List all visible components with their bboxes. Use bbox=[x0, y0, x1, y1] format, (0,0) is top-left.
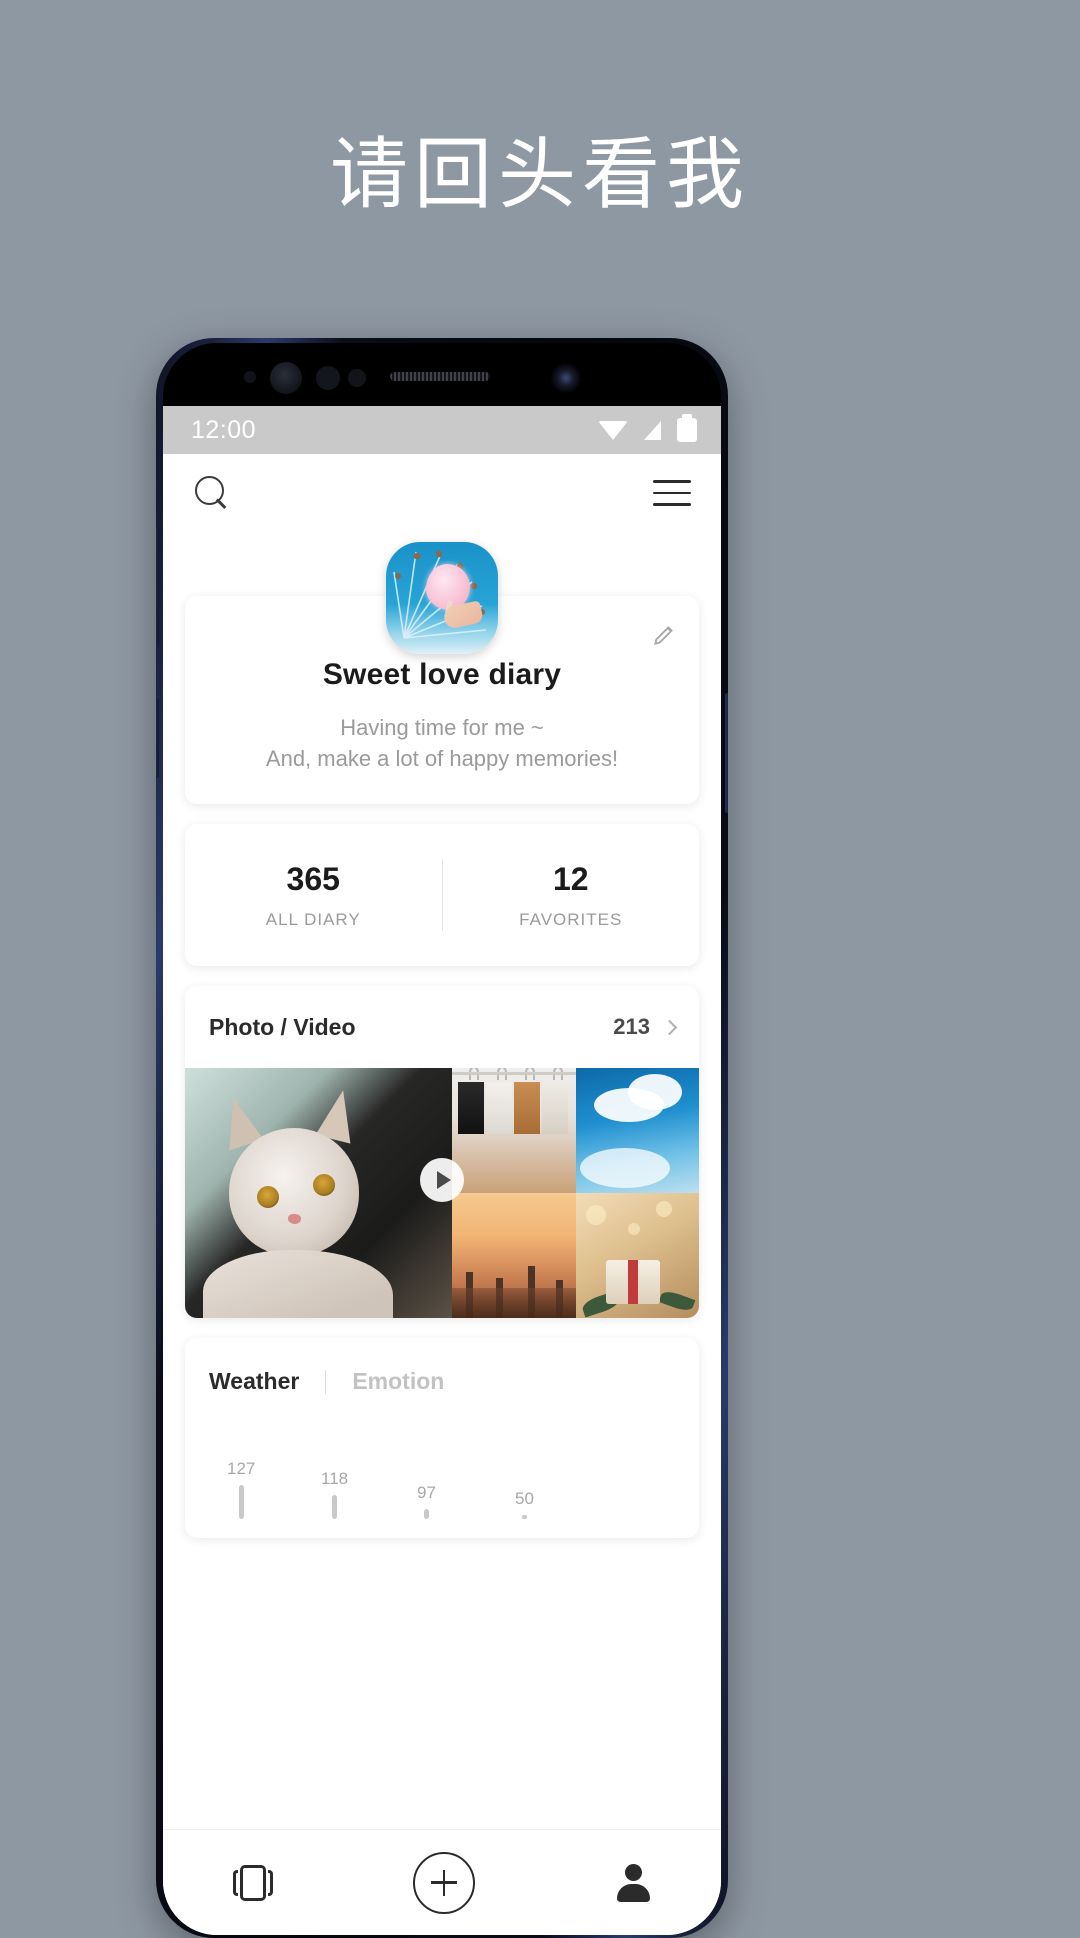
photo-grid bbox=[185, 1068, 699, 1319]
led-indicator-icon bbox=[348, 369, 366, 387]
bottom-navigation bbox=[163, 1829, 721, 1935]
weather-chart: 127 118 97 50 bbox=[209, 1429, 675, 1520]
thumbnail-cat[interactable] bbox=[185, 1068, 453, 1319]
status-time: 12:00 bbox=[191, 415, 257, 444]
cat-body-decor bbox=[203, 1250, 393, 1319]
proximity-sensor-icon bbox=[244, 371, 256, 383]
wifi-icon bbox=[598, 420, 628, 440]
hamburger-menu-icon[interactable] bbox=[653, 480, 691, 506]
chart-label-0: 127 bbox=[227, 1459, 256, 1479]
phone-device: 12:00 Sweet love diary Having time for m… bbox=[156, 338, 728, 1938]
status-bar: 12:00 bbox=[163, 406, 721, 454]
weather-tab-divider bbox=[325, 1369, 327, 1394]
stats-card: 365 ALL DIARY 12 FAVORITES bbox=[185, 824, 700, 967]
phone-top-bezel bbox=[163, 343, 721, 406]
photo-video-count-group: 213 bbox=[613, 1014, 678, 1040]
front-camera-icon bbox=[551, 363, 581, 393]
profile-subtitle-line1: Having time for me ~ bbox=[340, 715, 544, 740]
weather-card: Weather Emotion 127 118 97 50 bbox=[185, 1338, 699, 1539]
gift-ribbon-decor bbox=[627, 1260, 638, 1305]
light-sensor-icon bbox=[316, 366, 340, 390]
avatar-image bbox=[386, 542, 498, 654]
stat-favorites[interactable]: 12 FAVORITES bbox=[443, 861, 700, 930]
avatar[interactable] bbox=[386, 542, 498, 654]
stat-all-diary-label: ALL DIARY bbox=[265, 909, 361, 929]
pencil-edit-icon[interactable] bbox=[651, 622, 677, 648]
earpiece-speaker-icon bbox=[390, 372, 490, 381]
thumbnail-sky[interactable] bbox=[575, 1068, 699, 1194]
app-screen: 12:00 Sweet love diary Having time for m… bbox=[163, 406, 721, 1935]
page-title: 请回头看我 bbox=[329, 130, 750, 220]
profile-subtitle: Having time for me ~ And, make a lot of … bbox=[205, 712, 679, 774]
app-bar bbox=[163, 454, 721, 532]
chevron-right-icon[interactable] bbox=[661, 1019, 678, 1036]
cards-stack-icon[interactable] bbox=[233, 1864, 273, 1901]
power-button[interactable] bbox=[725, 693, 728, 813]
photo-grid-column-middle bbox=[452, 1068, 576, 1319]
chart-label-1: 118 bbox=[321, 1469, 349, 1489]
chart-bar-0 bbox=[238, 1485, 244, 1520]
thumbnail-sunset-video[interactable] bbox=[452, 1193, 576, 1319]
phone-screen-frame: 12:00 Sweet love diary Having time for m… bbox=[163, 343, 721, 1935]
profile-title: Sweet love diary bbox=[322, 658, 562, 691]
stat-favorites-value: 12 bbox=[552, 860, 589, 897]
tab-weather[interactable]: Weather bbox=[209, 1368, 299, 1395]
photo-video-count: 213 bbox=[613, 1014, 650, 1040]
volume-up-button[interactable] bbox=[156, 528, 159, 648]
status-icons bbox=[598, 414, 697, 442]
main-content: Sweet love diary Having time for me ~ An… bbox=[163, 532, 721, 1827]
photo-video-card: Photo / Video 213 bbox=[185, 986, 699, 1319]
thumbnail-hangers[interactable] bbox=[452, 1068, 576, 1194]
iris-scanner-icon bbox=[270, 362, 302, 394]
plus-circle-icon[interactable] bbox=[413, 1851, 475, 1914]
thumbnail-gift[interactable] bbox=[575, 1193, 699, 1319]
chart-label-3: 50 bbox=[515, 1489, 534, 1509]
photo-video-title: Photo / Video bbox=[209, 1013, 356, 1040]
volume-down-button[interactable] bbox=[156, 698, 159, 778]
play-icon[interactable] bbox=[420, 1157, 464, 1202]
signal-icon bbox=[644, 420, 661, 440]
stat-all-diary[interactable]: 365 ALL DIARY bbox=[185, 861, 442, 930]
chart-bar-2 bbox=[423, 1509, 429, 1520]
chart-label-2: 97 bbox=[417, 1483, 436, 1503]
profile-subtitle-line2: And, make a lot of happy memories! bbox=[265, 746, 619, 772]
weather-tabs: Weather Emotion bbox=[209, 1368, 675, 1395]
chart-bar-1 bbox=[332, 1495, 338, 1520]
stat-all-diary-value: 365 bbox=[286, 860, 340, 897]
tab-emotion[interactable]: Emotion bbox=[352, 1368, 444, 1395]
stat-favorites-label: FAVORITES bbox=[519, 909, 623, 929]
chart-bar-3 bbox=[521, 1515, 527, 1520]
battery-icon bbox=[677, 414, 697, 442]
photo-grid-column-right bbox=[575, 1068, 699, 1319]
cat-head-decor bbox=[229, 1128, 359, 1257]
person-icon[interactable] bbox=[615, 1863, 651, 1902]
photo-video-header[interactable]: Photo / Video 213 bbox=[185, 986, 699, 1068]
search-icon[interactable] bbox=[195, 476, 229, 510]
